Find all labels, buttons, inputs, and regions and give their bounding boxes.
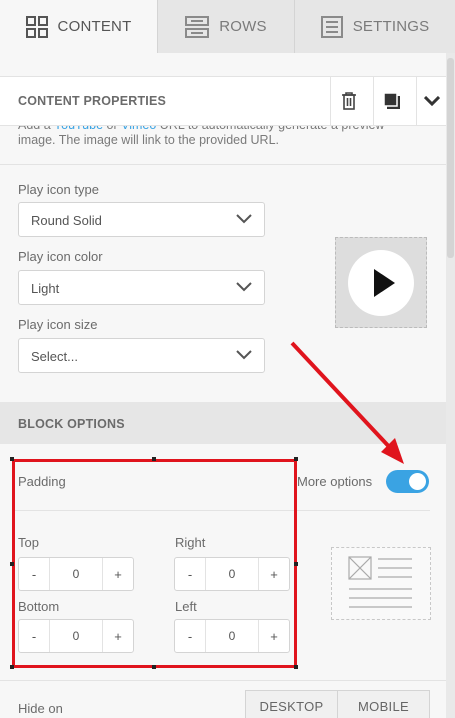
annotation-arrow-icon (290, 341, 404, 464)
editor-sidebar: CONTENT ROWS SETTINGS Add a YouTube or V… (0, 0, 455, 718)
